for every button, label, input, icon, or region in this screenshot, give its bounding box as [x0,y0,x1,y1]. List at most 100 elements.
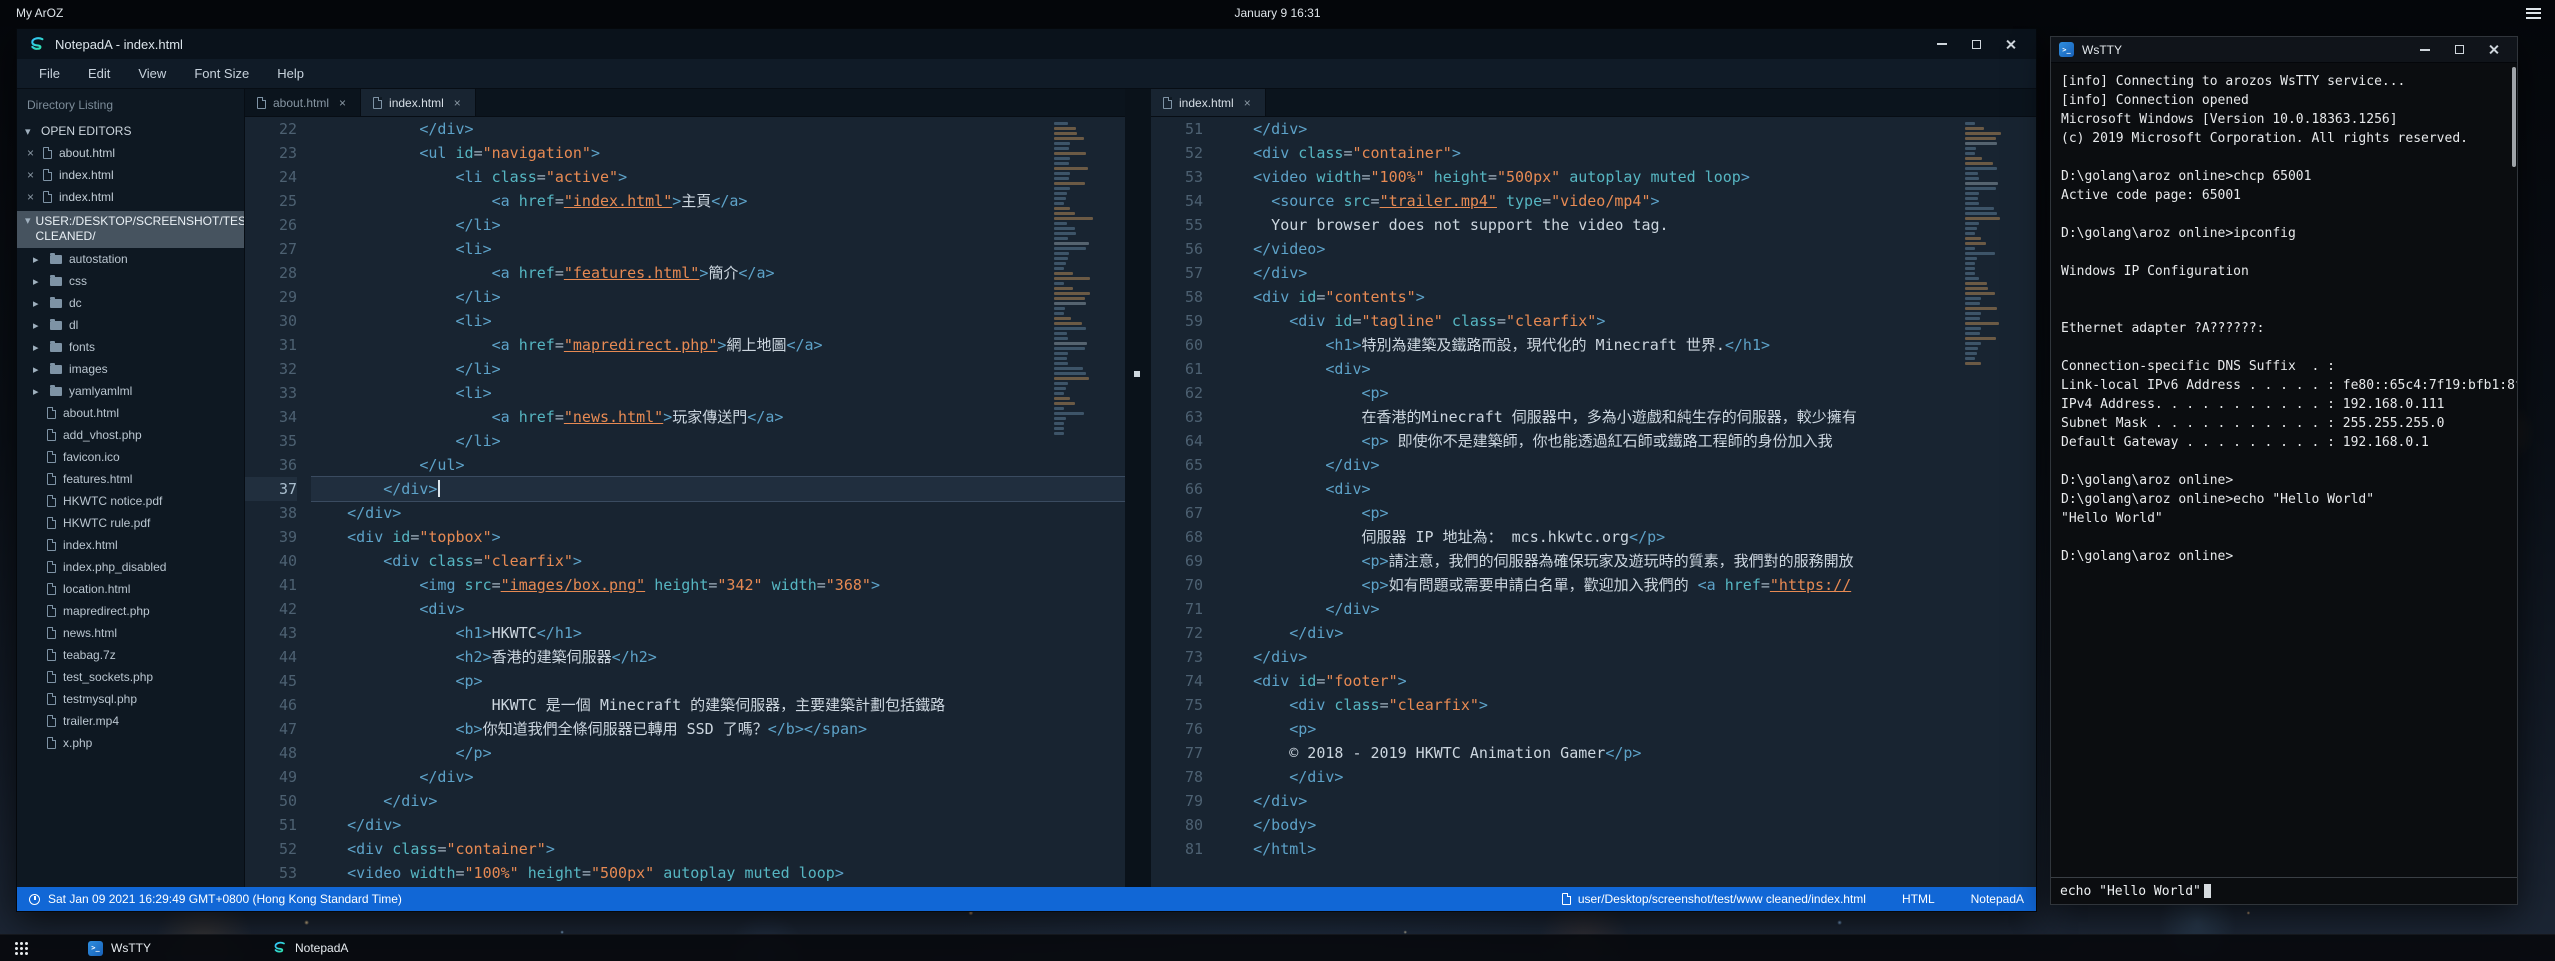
tree-folder-item[interactable]: ▸css [17,270,244,292]
code-line[interactable]: <p> [1217,501,2036,525]
code-line[interactable]: </div> [1217,261,2036,285]
code-line[interactable]: <a href="index.html">主頁</a> [311,189,1125,213]
tree-file-item[interactable]: add_vhost.php [17,424,244,446]
code-line[interactable]: <p> [311,669,1125,693]
code-line[interactable]: <h2>香港的建築伺服器</h2> [311,645,1125,669]
code-line[interactable]: <li> [311,381,1125,405]
code-line[interactable]: <a href="mapredirect.php">網上地圖</a> [311,333,1125,357]
open-editor-item[interactable]: ×about.html [17,142,244,164]
code-line[interactable]: </div> [311,789,1125,813]
tab-close-icon[interactable]: × [454,96,463,110]
tree-file-item[interactable]: x.php [17,732,244,754]
code-line[interactable]: Your browser does not support the video … [1217,213,2036,237]
terminal-scrollbar[interactable] [2512,67,2516,167]
tree-folder-item[interactable]: ▸yamlyamlml [17,380,244,402]
code-line[interactable]: </div> [311,813,1125,837]
code-line[interactable]: <video width="100%" height="500px" autop… [311,861,1125,885]
close-button[interactable] [1994,33,2026,55]
minimize-button[interactable] [1926,33,1958,55]
start-menu-button[interactable] [0,935,42,961]
left-editor[interactable]: 2223242526272829303132333435363738394041… [245,117,1125,887]
open-editors-section[interactable]: ▾ OPEN EDITORS [17,119,244,142]
tree-folder-item[interactable]: ▸dl [17,314,244,336]
left-code-area[interactable]: </div> <ul id="navigation"> <li class="a… [311,117,1125,887]
code-line[interactable]: <div id="contents"> [1217,285,2036,309]
code-line[interactable]: </li> [311,213,1125,237]
tab-close-icon[interactable]: × [1244,96,1253,110]
menu-item-view[interactable]: View [124,59,180,88]
code-line[interactable]: <div class="clearfix"> [1217,693,2036,717]
terminal-input-bar[interactable]: echo "Hello World" [2051,877,2517,904]
code-line[interactable]: <img src="images/box.png" height="342" w… [311,573,1125,597]
close-button[interactable] [2477,39,2509,61]
tree-file-item[interactable]: teabag.7z [17,644,244,666]
code-line[interactable]: <div> [1217,357,2036,381]
close-icon[interactable]: × [27,168,36,182]
code-line[interactable]: <p> 即使你不是建築師，你也能透過紅石師或鐵路工程師的身份加入我 [1217,429,2036,453]
code-line[interactable]: </div> [1217,453,2036,477]
code-line[interactable]: </body> [1217,813,2036,837]
pane-splitter[interactable] [1125,89,1151,887]
code-line[interactable]: </html> [1217,837,2036,861]
maximize-button[interactable] [2443,39,2475,61]
menu-item-help[interactable]: Help [263,59,318,88]
tree-file-item[interactable]: location.html [17,578,244,600]
tree-file-item[interactable]: features.html [17,468,244,490]
open-editor-item[interactable]: ×index.html [17,164,244,186]
terminal-input[interactable]: echo "Hello World" [2060,884,2201,899]
tab-close-icon[interactable]: × [339,96,348,110]
tree-folder-item[interactable]: ▸autostation [17,248,244,270]
code-line[interactable]: </p> [311,741,1125,765]
tree-folder-item[interactable]: ▸images [17,358,244,380]
tree-folder-item[interactable]: ▸fonts [17,336,244,358]
code-line[interactable]: <a href="features.html">簡介</a> [311,261,1125,285]
code-line[interactable]: <source src="trailer.mp4" type="video/mp… [1217,189,2036,213]
tree-file-item[interactable]: mapredirect.php [17,600,244,622]
tree-file-item[interactable]: HKWTC rule.pdf [17,512,244,534]
code-line[interactable]: <p> [1217,381,2036,405]
code-line[interactable]: <p>如有問題或需要申請白名單，歡迎加入我們的 <a href="https:/… [1217,573,2036,597]
hamburger-menu-icon[interactable] [2526,8,2541,19]
code-line[interactable]: <li class="active"> [311,165,1125,189]
code-line[interactable]: <p> [1217,717,2036,741]
tree-root-item[interactable]: ▾ USER:/DESKTOP/SCREENSHOT/TEST/WWW CLEA… [17,211,244,248]
code-line[interactable]: <li> [311,309,1125,333]
splitter-handle[interactable] [1134,371,1140,377]
code-line[interactable]: © 2018 - 2019 HKWTC Animation Gamer</p> [1217,741,2036,765]
code-line[interactable]: <a href="news.html">玩家傳送門</a> [311,405,1125,429]
code-line[interactable]: </div> [1217,765,2036,789]
code-line[interactable]: </video> [1217,237,2036,261]
tree-file-item[interactable]: trailer.mp4 [17,710,244,732]
code-line[interactable]: </div> [311,501,1125,525]
tab-index.html[interactable]: index.html× [1151,89,1266,116]
code-line[interactable]: </div> [1217,597,2036,621]
menu-item-edit[interactable]: Edit [74,59,124,88]
code-line[interactable]: <div class="container"> [1217,141,2036,165]
code-line[interactable]: </div> [311,765,1125,789]
code-line[interactable]: 在香港的Minecraft 伺服器中，多為小遊戲和純生存的伺服器，較少擁有 [1217,405,2036,429]
code-line[interactable]: HKWTC 是一個 Minecraft 的建築伺服器，主要建築計劃包括鐵路 [311,693,1125,717]
code-line[interactable]: <div id="footer"> [1217,669,2036,693]
code-line[interactable]: <div id="topbox"> [311,525,1125,549]
close-icon[interactable]: × [27,146,36,160]
code-line[interactable]: <video width="100%" height="500px" autop… [1217,165,2036,189]
code-line[interactable]: <div class="container"> [311,837,1125,861]
code-line[interactable]: </li> [311,429,1125,453]
tree-file-item[interactable]: about.html [17,402,244,424]
taskbar-item-wstty[interactable]: >_ WsTTY [78,935,161,961]
code-line[interactable]: 伺服器 IP 地址為： mcs.hkwtc.org</p> [1217,525,2036,549]
code-line[interactable]: </div> [1217,117,2036,141]
code-line[interactable]: </div> [1217,645,2036,669]
code-line[interactable]: <b>你知道我們全條伺服器已轉用 SSD 了嗎？</b></span> [311,717,1125,741]
code-line[interactable]: <ul id="navigation"> [311,141,1125,165]
code-line[interactable]: </div> [311,117,1125,141]
tree-file-item[interactable]: favicon.ico [17,446,244,468]
right-minimap[interactable] [1965,122,2023,365]
code-line[interactable]: <div id="tagline" class="clearfix"> [1217,309,2036,333]
tree-file-item[interactable]: HKWTC notice.pdf [17,490,244,512]
code-line[interactable]: <li> [311,237,1125,261]
code-line[interactable]: </li> [311,357,1125,381]
tab-index.html[interactable]: index.html× [361,89,476,116]
tree-file-item[interactable]: news.html [17,622,244,644]
open-editor-item[interactable]: ×index.html [17,186,244,208]
